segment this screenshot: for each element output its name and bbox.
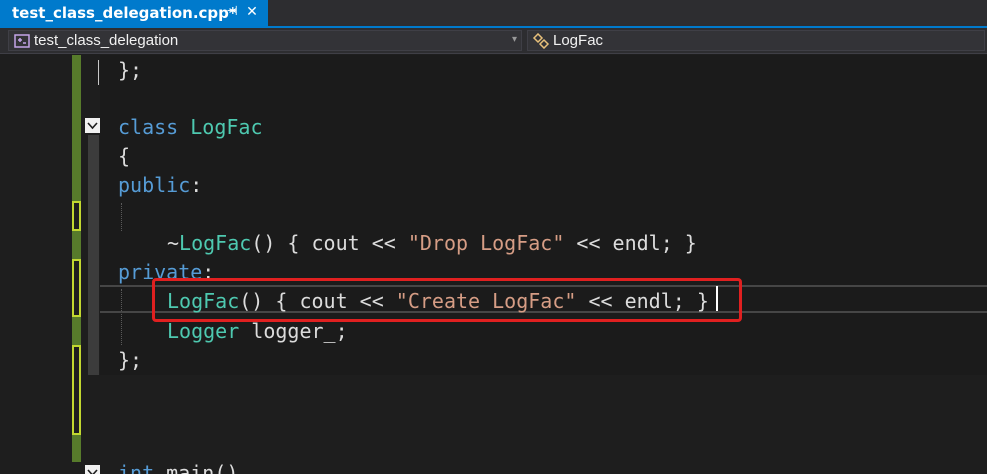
annotation-highlight-box (152, 278, 742, 322)
code-token: }; (118, 348, 143, 372)
code-line[interactable]: class LogFac (118, 113, 263, 141)
change-indicator-unsaved (72, 259, 81, 317)
code-token: int (118, 461, 155, 474)
collapse-icon[interactable] (85, 118, 100, 133)
code-line[interactable]: public: (118, 171, 202, 199)
code-token: }; (118, 58, 143, 82)
member-label: LogFac (553, 32, 604, 49)
code-token: "Drop LogFac" (407, 231, 565, 255)
pin-icon[interactable]: ⊣ (224, 4, 240, 20)
project-icon (13, 33, 31, 49)
change-indicator-unsaved (72, 345, 81, 435)
code-token: LogFac (179, 231, 252, 255)
scope-label: test_class_delegation (34, 32, 179, 49)
outline-fold-bar (88, 135, 99, 375)
code-token: Logger (167, 319, 240, 343)
scope-dropdown[interactable]: test_class_delegation ▾ (8, 30, 522, 51)
code-token: class (118, 115, 179, 139)
indent-guide (121, 203, 122, 231)
code-token: << endl; } (564, 231, 697, 255)
change-indicator-unsaved (72, 201, 81, 231)
indent-guide (98, 60, 99, 85)
chevron-down-icon: ▾ (511, 34, 517, 45)
document-tab[interactable]: test_class_delegation.cpp* ⊣ ✕ (0, 0, 268, 26)
member-dropdown[interactable]: LogFac (527, 30, 985, 51)
navigation-bar: test_class_delegation ▾ LogFac (0, 28, 987, 54)
code-line[interactable]: }; (118, 346, 142, 374)
document-tab-strip: test_class_delegation.cpp* ⊣ ✕ (0, 0, 987, 28)
code-token: public (118, 173, 191, 197)
code-token: () { cout << (251, 231, 408, 255)
class-icon (532, 32, 550, 49)
code-editor[interactable]: }; class LogFac { public: ~LogFac() { co… (0, 55, 987, 474)
code-line[interactable]: }; (118, 56, 142, 84)
code-line[interactable]: ~LogFac() { cout << "Drop LogFac" << end… (167, 229, 697, 257)
code-token: : (190, 173, 203, 197)
code-token: main() (154, 461, 239, 474)
code-line[interactable]: { (118, 142, 130, 170)
close-icon[interactable]: ✕ (244, 4, 260, 20)
tab-title: test_class_delegation.cpp* (12, 4, 237, 22)
code-token: logger_; (239, 319, 348, 343)
code-token: LogFac (190, 115, 263, 139)
code-token: ~ (167, 231, 180, 255)
code-token: { (118, 144, 131, 168)
code-line[interactable]: int main() (118, 459, 238, 474)
collapse-icon[interactable] (85, 465, 100, 474)
